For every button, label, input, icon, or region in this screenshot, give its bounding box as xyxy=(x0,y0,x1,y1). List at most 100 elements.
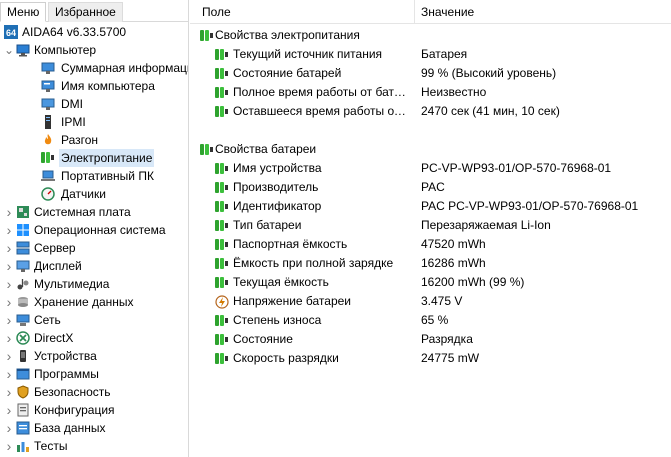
battery-icon xyxy=(200,29,213,42)
battery-icon xyxy=(215,86,228,99)
tree-item-label: Сервер xyxy=(34,241,76,255)
tab-favorites[interactable]: Избранное xyxy=(48,2,123,22)
expand-arrow-icon[interactable]: › xyxy=(4,311,14,329)
detail-row[interactable]: Текущая ёмкость 16200 mWh (99 %) xyxy=(190,273,671,292)
network-icon xyxy=(16,313,30,327)
tree-item[interactable]: › Сеть xyxy=(0,311,188,329)
multimedia-icon xyxy=(16,277,30,291)
battery-icon xyxy=(215,105,228,118)
collapse-arrow-icon[interactable]: ⌄ xyxy=(4,41,14,59)
tree-item[interactable]: Имя компьютера xyxy=(0,77,188,95)
group-header[interactable]: Свойства электропитания xyxy=(190,26,671,45)
field-value: PAC PC-VP-WP93-01/OP-570-76968-01 xyxy=(421,199,639,213)
expand-arrow-icon[interactable]: › xyxy=(4,401,14,419)
column-header-field[interactable]: Поле xyxy=(202,0,231,24)
tree-item[interactable]: Суммарная информация xyxy=(0,59,189,77)
tree-item[interactable]: › DirectX xyxy=(0,329,188,347)
tree-item[interactable]: › Безопасность xyxy=(0,383,188,401)
expand-arrow-icon[interactable]: › xyxy=(4,437,14,455)
tree-item-label: Суммарная информация xyxy=(61,61,189,75)
svg-text:64: 64 xyxy=(6,28,16,38)
expand-arrow-icon[interactable]: › xyxy=(4,383,14,401)
detail-row[interactable]: Тип батареи Перезаряжаемая Li-Ion xyxy=(190,216,671,235)
tree-item-label: IPMI xyxy=(61,115,86,129)
tree-item[interactable]: › Хранение данных xyxy=(0,293,188,311)
expand-arrow-icon[interactable]: › xyxy=(4,329,14,347)
field-name: Полное время работы от батареи xyxy=(233,85,410,99)
column-divider[interactable] xyxy=(414,0,415,24)
tree-item[interactable]: Датчики xyxy=(0,185,188,203)
tree-item-label: База данных xyxy=(34,421,106,435)
field-value: Неизвестно xyxy=(421,85,487,99)
tree-item[interactable]: Портативный ПК xyxy=(0,167,188,185)
field-name: Тип батареи xyxy=(233,218,302,232)
battery-icon xyxy=(215,219,228,232)
tree-item[interactable]: DMI xyxy=(0,95,188,113)
field-name: Оставшееся время работы от батареи xyxy=(233,104,410,118)
security-shield-icon xyxy=(16,385,30,399)
detail-row[interactable]: Паспортная ёмкость 47520 mWh xyxy=(190,235,671,254)
tree-item[interactable]: IPMI xyxy=(0,113,188,131)
tree-item-label: Датчики xyxy=(61,187,106,201)
tree-item[interactable]: Разгон xyxy=(0,131,188,149)
field-name: Имя устройства xyxy=(233,161,322,175)
detail-row[interactable]: Производитель PAC xyxy=(190,178,671,197)
directx-icon xyxy=(16,331,30,345)
tree-item-label: Устройства xyxy=(34,349,97,363)
tab-menu[interactable]: Меню xyxy=(0,2,47,22)
field-name: Идентификатор xyxy=(233,199,322,213)
overclock-flame-icon xyxy=(41,133,55,147)
database-icon xyxy=(16,421,30,435)
tree-item[interactable]: › Программы xyxy=(0,365,188,383)
motherboard-icon xyxy=(16,205,30,219)
detail-row[interactable]: Оставшееся время работы от батареи 2470 с… xyxy=(190,102,671,121)
expand-arrow-icon[interactable]: › xyxy=(4,365,14,383)
tree-item-label: Портативный ПК xyxy=(61,169,154,183)
tree-item[interactable]: › Сервер xyxy=(0,239,188,257)
detail-row[interactable]: Имя устройства PC-VP-WP93-01/OP-570-76968… xyxy=(190,159,671,178)
battery-icon xyxy=(215,276,228,289)
detail-row[interactable]: Состояние батарей 99 % (Высокий уровень) xyxy=(190,64,671,83)
detail-row[interactable]: Степень износа 65 % xyxy=(190,311,671,330)
detail-row[interactable]: Текущий источник питания Батарея xyxy=(190,45,671,64)
detail-row[interactable]: Идентификатор PAC PC-VP-WP93-01/OP-570-76… xyxy=(190,197,671,216)
battery-icon xyxy=(215,314,228,327)
expand-arrow-icon[interactable]: › xyxy=(4,203,14,221)
tree-item[interactable]: Электропитание xyxy=(0,149,188,167)
tree-item[interactable]: › Дисплей xyxy=(0,257,188,275)
tree-item[interactable]: › Конфигурация xyxy=(0,401,188,419)
programs-icon xyxy=(16,367,30,381)
group-header[interactable]: Свойства батареи xyxy=(190,140,671,159)
tree-item[interactable]: › Тесты xyxy=(0,437,188,455)
expand-arrow-icon[interactable]: › xyxy=(4,293,14,311)
expand-arrow-icon[interactable]: › xyxy=(4,419,14,437)
column-header-value[interactable]: Значение xyxy=(421,0,474,24)
computer-icon xyxy=(16,43,30,57)
expand-arrow-icon[interactable]: › xyxy=(4,221,14,239)
tree-item-label: Хранение данных xyxy=(34,295,134,309)
expand-arrow-icon[interactable]: › xyxy=(4,347,14,365)
navigation-pane: Меню Избранное 64 AIDA64 v6.33.5700 ⌄ Компь… xyxy=(0,0,189,457)
voltage-bolt-icon xyxy=(215,295,229,309)
field-value: Разрядка xyxy=(421,332,473,346)
tree-item[interactable]: › Системная плата xyxy=(0,203,188,221)
detail-row[interactable]: Полное время работы от батареи Неизвестно xyxy=(190,83,671,102)
field-name: Скорость разрядки xyxy=(233,351,339,365)
group-title: Свойства электропитания xyxy=(215,28,360,42)
expand-arrow-icon[interactable]: › xyxy=(4,239,14,257)
tree-item[interactable]: ⌄ Компьютер xyxy=(0,41,188,59)
expand-arrow-icon[interactable]: › xyxy=(4,257,14,275)
expand-arrow-icon[interactable]: › xyxy=(4,275,14,293)
tree-item[interactable]: › Операционная система xyxy=(0,221,188,239)
detail-row[interactable]: Состояние Разрядка xyxy=(190,330,671,349)
detail-row[interactable]: Ёмкость при полной зарядке 16286 mWh xyxy=(190,254,671,273)
detail-row[interactable]: Скорость разрядки 24775 mW xyxy=(190,349,671,368)
tree-item[interactable]: › Устройства xyxy=(0,347,188,365)
storage-icon xyxy=(16,295,30,309)
battery-icon xyxy=(215,181,228,194)
tree-item[interactable]: › База данных xyxy=(0,419,188,437)
detail-row[interactable]: Напряжение батареи 3.475 V xyxy=(190,292,671,311)
tree-item[interactable]: 64 AIDA64 v6.33.5700 xyxy=(0,23,188,41)
tree-item[interactable]: › Мультимедиа xyxy=(0,275,188,293)
tree-item-label: Конфигурация xyxy=(34,403,115,417)
